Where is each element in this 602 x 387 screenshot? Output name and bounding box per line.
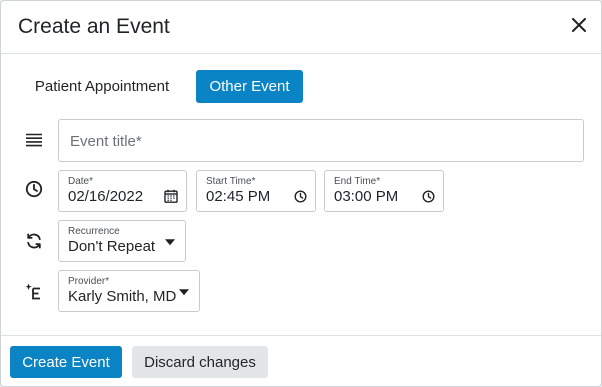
clock-icon[interactable]: [293, 189, 307, 203]
recurrence-select[interactable]: Recurrence Don't Repeat: [58, 220, 186, 262]
calendar-icon[interactable]: [164, 189, 178, 203]
end-time-field[interactable]: End Time* 03:00 PM: [324, 170, 444, 212]
create-event-dialog: Create an Event Patient Appointment Othe…: [0, 0, 602, 387]
event-title-placeholder: Event title*: [70, 133, 142, 150]
event-title-input[interactable]: Event title*: [58, 119, 584, 162]
refresh-icon: [24, 231, 44, 251]
date-value: 02/16/2022: [68, 188, 144, 205]
recurrence-value: Don't Repeat: [68, 238, 156, 255]
clock-icon: [24, 179, 44, 199]
provider-select[interactable]: Provider* Karly Smith, MD: [58, 270, 200, 312]
date-field[interactable]: Date* 02/16/2022: [58, 170, 187, 212]
chevron-down-icon: [165, 239, 175, 246]
close-icon: [572, 17, 586, 37]
dialog-header: Create an Event: [1, 1, 601, 54]
tab-patient-appointment[interactable]: Patient Appointment: [21, 70, 183, 103]
start-time-field[interactable]: Start Time* 02:45 PM: [196, 170, 316, 212]
date-label: Date*: [68, 176, 94, 187]
end-time-value: 03:00 PM: [334, 188, 399, 205]
dialog-footer: Create Event Discard changes: [1, 335, 601, 386]
clock-icon[interactable]: [421, 189, 435, 203]
provider-icon: [24, 281, 44, 301]
provider-value: Karly Smith, MD: [68, 288, 177, 305]
end-time-label: End Time*: [334, 176, 381, 187]
tab-other-event[interactable]: Other Event: [196, 70, 303, 103]
start-time-value: 02:45 PM: [206, 188, 271, 205]
chevron-down-icon: [179, 289, 189, 296]
menu-lines-icon: [24, 130, 44, 150]
dialog-title: Create an Event: [18, 15, 170, 38]
discard-changes-button[interactable]: Discard changes: [132, 346, 268, 378]
start-time-label: Start Time*: [206, 176, 256, 187]
recurrence-label: Recurrence: [68, 226, 120, 237]
create-event-button[interactable]: Create Event: [10, 346, 122, 378]
close-button[interactable]: [567, 15, 591, 39]
provider-label: Provider*: [68, 276, 110, 287]
